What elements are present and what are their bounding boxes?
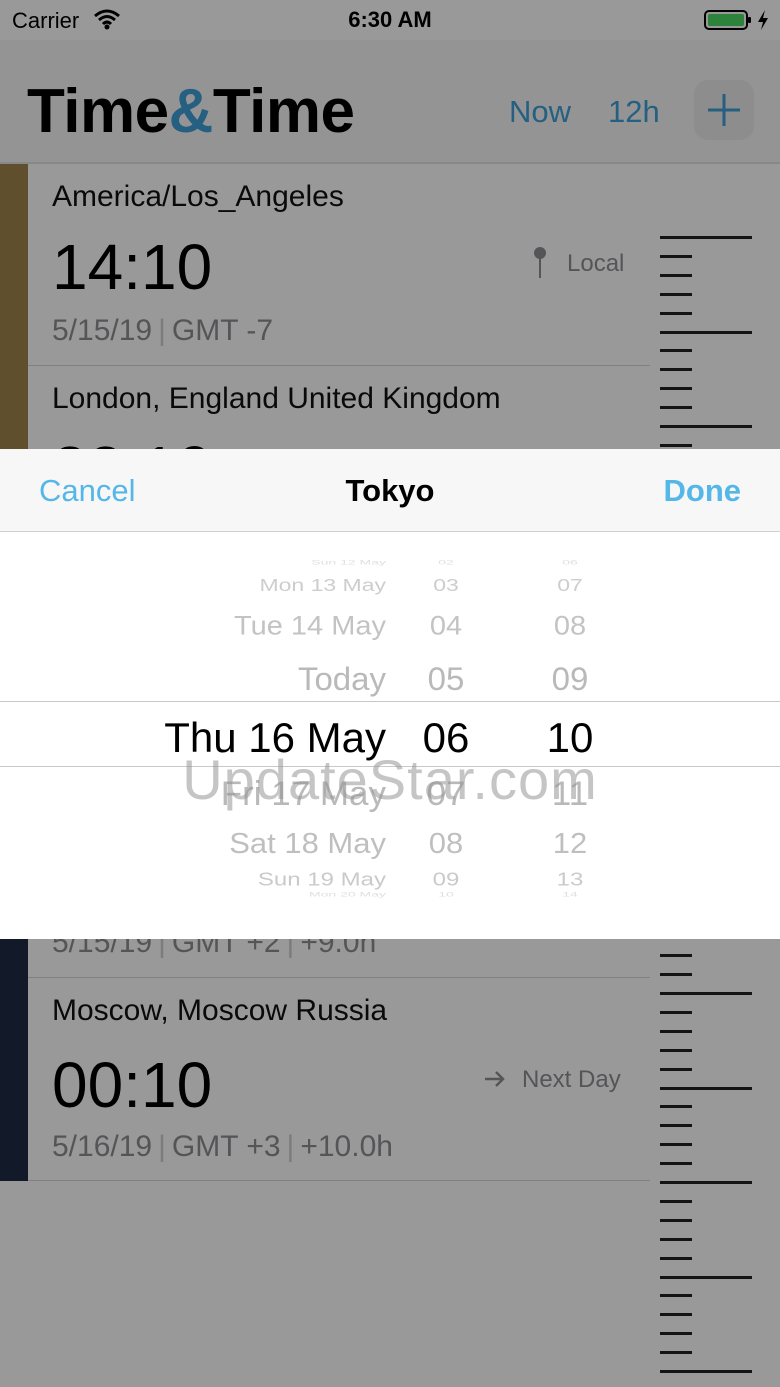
screen: Carrier 6:30 AM Time&Time Now 12h Americ… — [0, 0, 780, 1387]
picker-minute-item[interactable]: 06 — [545, 558, 595, 565]
done-button[interactable]: Done — [664, 473, 742, 509]
picker-date-item[interactable]: Sun 12 May — [311, 558, 386, 565]
date-picker-sheet: Cancel Tokyo Done Sun 12 May Mon 13 May Tu… — [0, 449, 780, 939]
watermark: UpdateStar.com — [182, 748, 598, 811]
picker-hour-item[interactable]: 08 — [421, 827, 471, 860]
picker-minute-item[interactable]: 14 — [545, 890, 595, 897]
picker-minute-item[interactable]: 09 — [545, 660, 595, 697]
picker-hour-item[interactable]: 04 — [421, 611, 471, 641]
picker-date-item[interactable]: Sun 19 May — [258, 870, 386, 891]
picker-minute-item[interactable]: 07 — [545, 575, 595, 595]
picker-date-item[interactable]: Tue 14 May — [234, 611, 386, 641]
picker-hour-item[interactable]: 03 — [421, 575, 471, 595]
picker-date-item[interactable]: Mon 13 May — [259, 575, 386, 595]
picker-date-item[interactable]: Sat 18 May — [229, 827, 386, 860]
date-time-wheel[interactable]: Sun 12 May Mon 13 May Tue 14 May Today Thu 1… — [0, 532, 780, 939]
picker-hour-item[interactable]: 02 — [421, 558, 471, 565]
picker-hour-item[interactable]: 05 — [421, 660, 471, 697]
picker-date-item[interactable]: Mon 20 May — [309, 890, 386, 897]
picker-hour-item[interactable]: 09 — [421, 870, 471, 891]
picker-minute-item[interactable]: 08 — [545, 611, 595, 641]
picker-hour-item[interactable]: 10 — [421, 890, 471, 897]
picker-date-item[interactable]: Today — [298, 660, 386, 697]
picker-header: Cancel Tokyo Done — [0, 449, 780, 532]
selection-line-top — [0, 701, 780, 702]
picker-minute-item[interactable]: 13 — [545, 870, 595, 891]
picker-minute-item[interactable]: 12 — [545, 827, 595, 860]
